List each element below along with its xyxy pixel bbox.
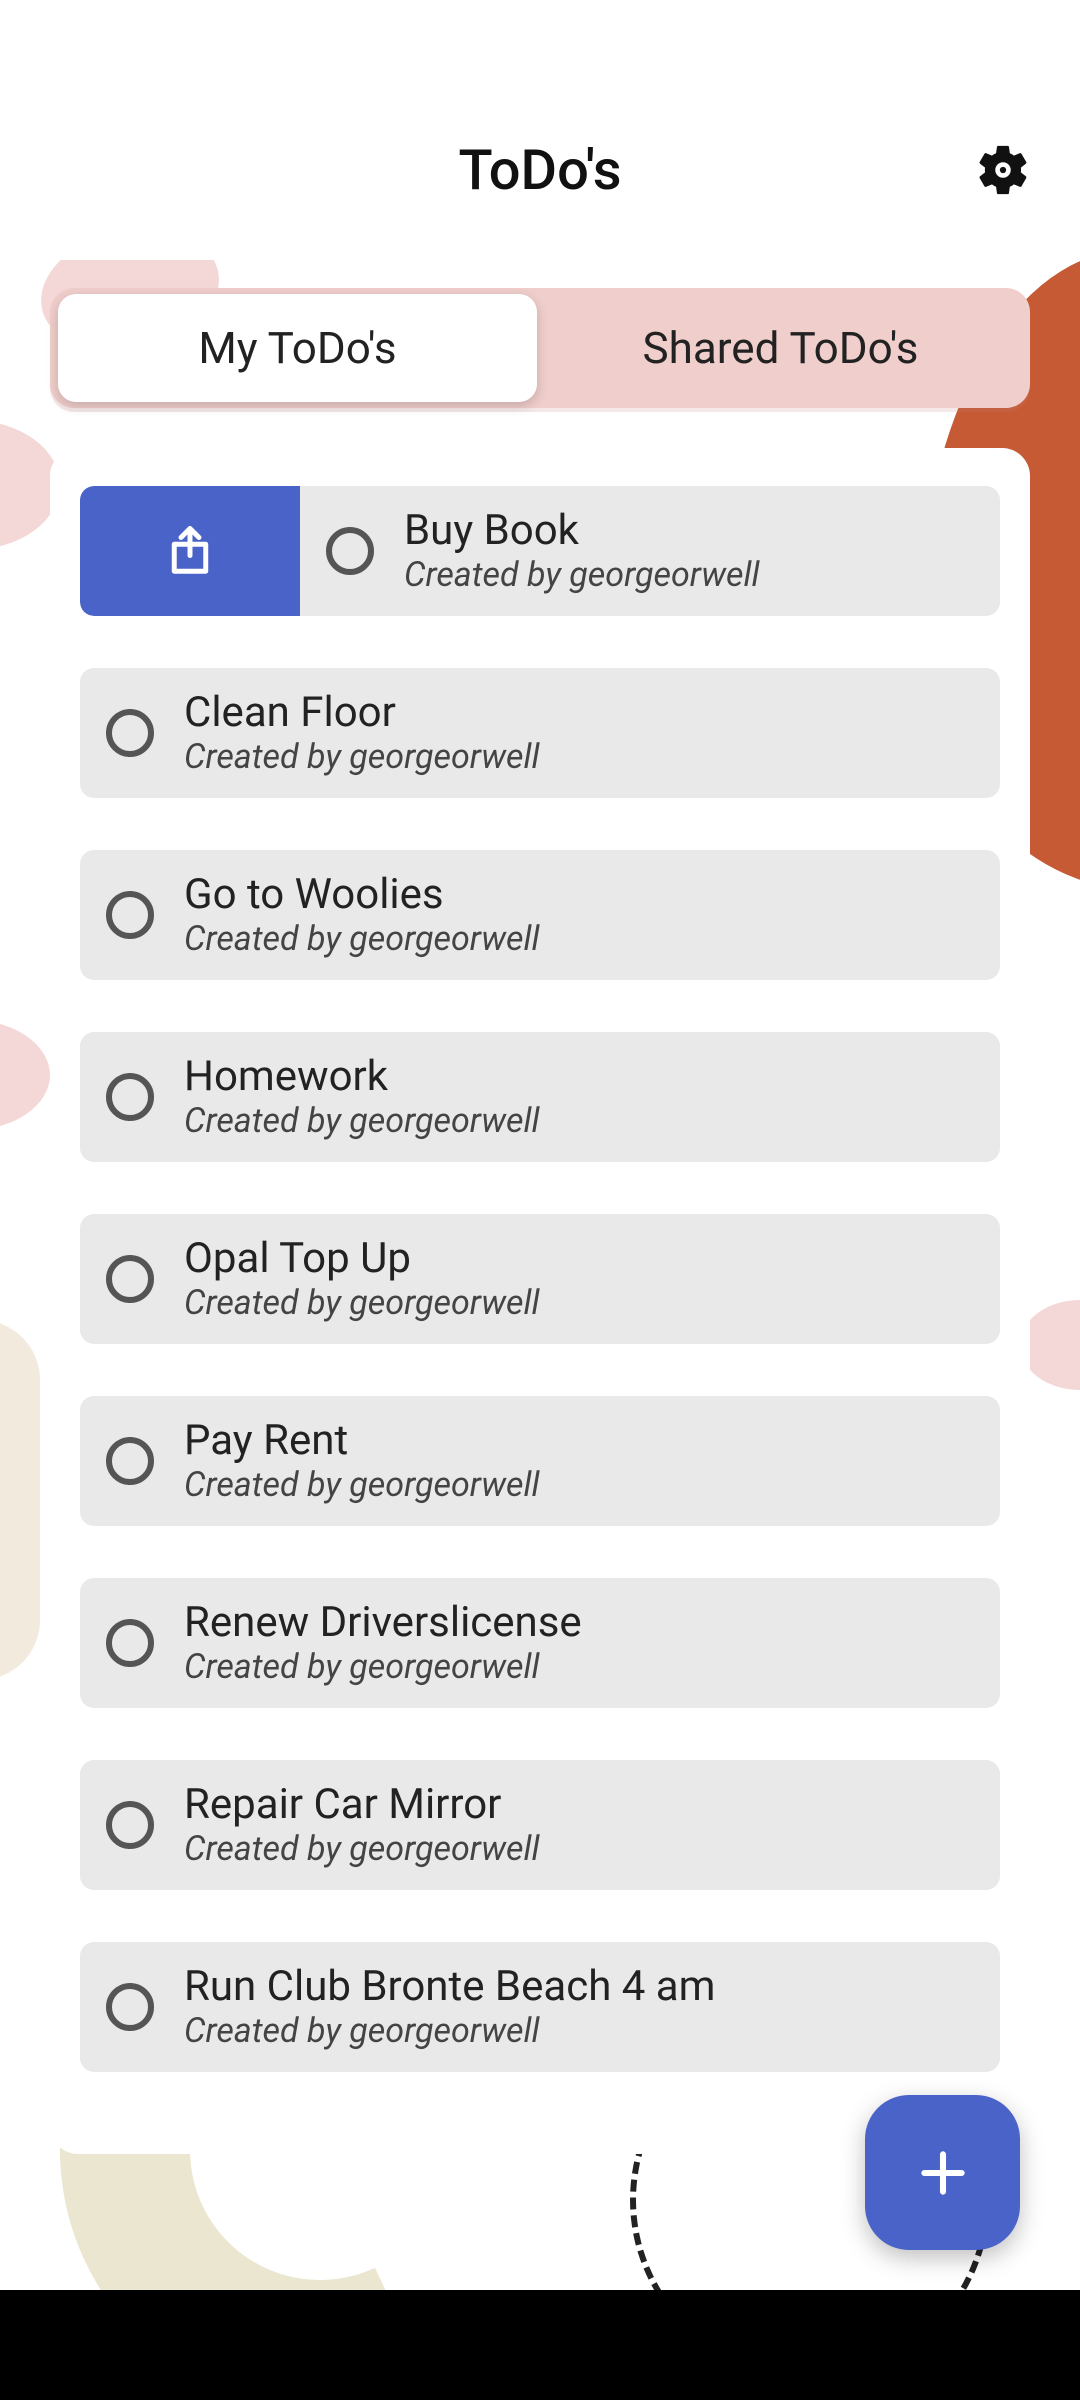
add-todo-button[interactable] (865, 2095, 1020, 2250)
todo-subtitle: Created by georgeorwell (184, 738, 540, 777)
todo-body: Go to WooliesCreated by georgeorwell (80, 871, 1000, 958)
todo-subtitle: Created by georgeorwell (184, 1284, 540, 1323)
gear-icon (974, 141, 1032, 199)
todo-body: Run Club Bronte Beach 4 amCreated by geo… (80, 1963, 1000, 2050)
todo-text: Run Club Bronte Beach 4 amCreated by geo… (184, 1963, 715, 2050)
todo-title: Repair Car Mirror (184, 1781, 540, 1829)
todo-text: Repair Car MirrorCreated by georgeorwell (184, 1781, 540, 1868)
todo-body: Buy BookCreated by georgeorwell (300, 507, 1000, 594)
settings-button[interactable] (968, 135, 1038, 205)
todo-body: Clean FloorCreated by georgeorwell (80, 689, 1000, 776)
todo-item[interactable]: Opal Top UpCreated by georgeorwell (80, 1214, 1000, 1344)
share-action[interactable] (80, 486, 300, 616)
todo-checkbox[interactable] (106, 1073, 154, 1121)
todo-body: HomeworkCreated by georgeorwell (80, 1053, 1000, 1140)
todo-title: Pay Rent (184, 1417, 540, 1465)
todo-checkbox[interactable] (106, 1619, 154, 1667)
page-title: ToDo's (458, 137, 621, 203)
todo-text: Opal Top UpCreated by georgeorwell (184, 1235, 540, 1322)
todo-item[interactable]: Clean FloorCreated by georgeorwell (80, 668, 1000, 798)
todo-subtitle: Created by georgeorwell (184, 920, 540, 959)
tabs-segmented: My ToDo's Shared ToDo's (50, 288, 1030, 408)
todo-item[interactable]: Buy BookCreated by georgeorwell (80, 486, 1000, 616)
todo-text: HomeworkCreated by georgeorwell (184, 1053, 540, 1140)
todo-title: Opal Top Up (184, 1235, 540, 1283)
todo-subtitle: Created by georgeorwell (404, 556, 760, 595)
tab-label: Shared ToDo's (643, 322, 919, 374)
todo-body: Repair Car MirrorCreated by georgeorwell (80, 1781, 1000, 1868)
share-icon (163, 524, 217, 578)
system-nav-area (0, 2290, 1080, 2400)
todo-title: Go to Woolies (184, 871, 540, 919)
todo-body: Renew DriverslicenseCreated by georgeorw… (80, 1599, 1000, 1686)
todo-item[interactable]: Renew DriverslicenseCreated by georgeorw… (80, 1578, 1000, 1708)
todo-subtitle: Created by georgeorwell (184, 1830, 540, 1869)
todo-list-card: Buy BookCreated by georgeorwellClean Flo… (50, 448, 1030, 2154)
app-header: ToDo's (0, 80, 1080, 260)
todo-text: Pay RentCreated by georgeorwell (184, 1417, 540, 1504)
todo-item[interactable]: HomeworkCreated by georgeorwell (80, 1032, 1000, 1162)
todo-title: Run Club Bronte Beach 4 am (184, 1963, 715, 2011)
todo-subtitle: Created by georgeorwell (184, 1102, 540, 1141)
todo-body: Pay RentCreated by georgeorwell (80, 1417, 1000, 1504)
todo-item[interactable]: Repair Car MirrorCreated by georgeorwell (80, 1760, 1000, 1890)
todo-title: Buy Book (404, 507, 760, 555)
plus-icon (915, 2145, 971, 2201)
tab-label: My ToDo's (198, 322, 396, 374)
todo-item[interactable]: Go to WooliesCreated by georgeorwell (80, 850, 1000, 980)
todo-checkbox[interactable] (106, 1983, 154, 2031)
todo-checkbox[interactable] (106, 1255, 154, 1303)
todo-title: Clean Floor (184, 689, 540, 737)
todo-subtitle: Created by georgeorwell (184, 1648, 582, 1687)
todo-checkbox[interactable] (106, 891, 154, 939)
todo-text: Buy BookCreated by georgeorwell (404, 507, 760, 594)
todo-checkbox[interactable] (326, 527, 374, 575)
todo-checkbox[interactable] (106, 1437, 154, 1485)
todo-text: Clean FloorCreated by georgeorwell (184, 689, 540, 776)
todo-text: Go to WooliesCreated by georgeorwell (184, 871, 540, 958)
todo-checkbox[interactable] (106, 709, 154, 757)
todo-title: Homework (184, 1053, 540, 1101)
todo-subtitle: Created by georgeorwell (184, 2012, 715, 2051)
todo-checkbox[interactable] (106, 1801, 154, 1849)
nav-pill (420, 2364, 660, 2376)
todo-item[interactable]: Run Club Bronte Beach 4 amCreated by geo… (80, 1942, 1000, 2072)
tab-my-todos[interactable]: My ToDo's (58, 294, 537, 402)
todo-item[interactable]: Pay RentCreated by georgeorwell (80, 1396, 1000, 1526)
todo-subtitle: Created by georgeorwell (184, 1466, 540, 1505)
todo-body: Opal Top UpCreated by georgeorwell (80, 1235, 1000, 1322)
tab-shared-todos[interactable]: Shared ToDo's (541, 296, 1020, 400)
todo-title: Renew Driverslicense (184, 1599, 582, 1647)
todo-text: Renew DriverslicenseCreated by georgeorw… (184, 1599, 582, 1686)
